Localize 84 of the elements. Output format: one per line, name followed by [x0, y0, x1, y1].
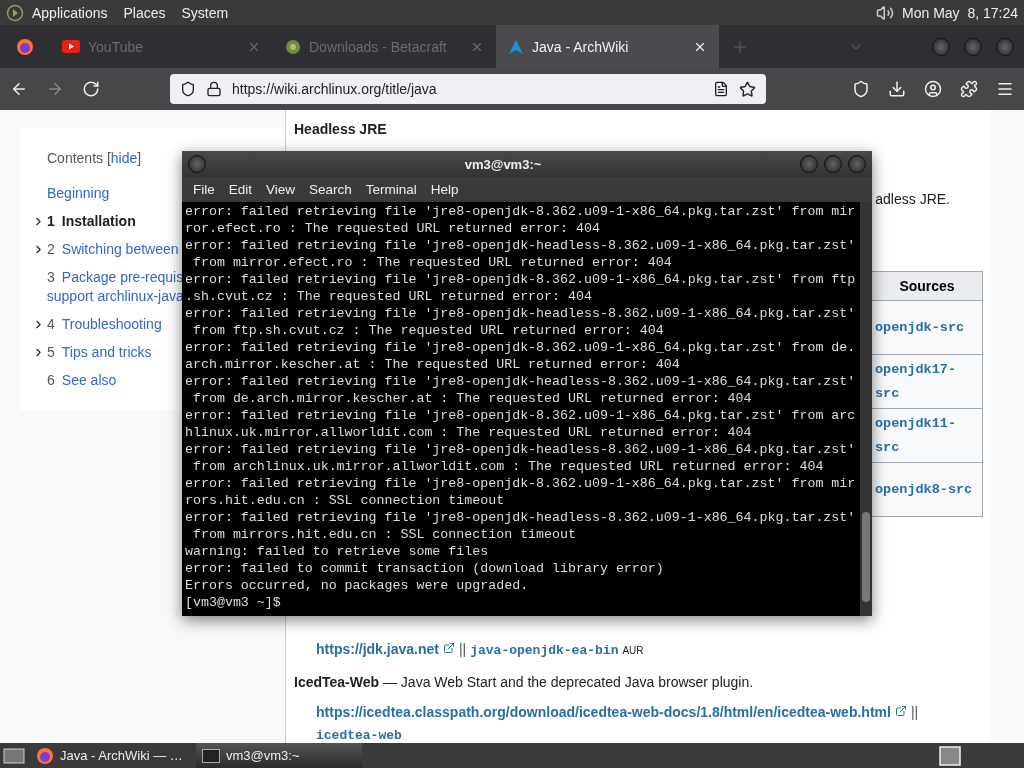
terminal-line: from ftp.sh.cvut.cz : The requested URL returned error: 404: [191, 322, 665, 339]
taskbar-item[interactable]: vm3@vm3:~: [196, 743, 362, 768]
separator-text: ||: [910, 704, 919, 720]
account-icon[interactable]: [924, 80, 942, 98]
download-icon[interactable]: [888, 80, 906, 98]
terminal-line: from archlinux.uk.mirror.allworldit.com : The requested URL returned error: 404: [191, 458, 825, 475]
web-link[interactable]: https://jdk.java.net: [316, 641, 439, 657]
maximize-button[interactable]: [964, 37, 982, 56]
scrollbar[interactable]: [860, 202, 872, 616]
toc-link[interactable]: 5 Tips and tricks: [47, 343, 152, 362]
terminal-menu[interactable]: Edit: [221, 182, 260, 197]
taskbar-item[interactable]: Java - ArchWiki — …: [30, 743, 196, 768]
toc-link[interactable]: 4 Troubleshooting: [47, 315, 162, 334]
terminal-menu[interactable]: File: [186, 182, 222, 197]
reader-icon[interactable]: [713, 81, 729, 97]
terminal-line: error: failed retrieving file 'jre8-openjdk-8.362.u09-1-x86_64.pkg.tar.zst' from arc: [185, 407, 857, 424]
back-icon[interactable]: [10, 80, 28, 98]
star-icon[interactable]: [739, 80, 756, 98]
external-link-icon: [442, 642, 455, 654]
toc-link[interactable]: 1 Installation: [47, 212, 136, 231]
web-link[interactable]: https://icedtea.classpath.org/download/icedtea-web-docs/1.8/html/en/icedtea-web.html: [316, 704, 891, 720]
minimize-button[interactable]: [800, 155, 818, 173]
terminal-line: error: failed retrieving file 'jre8-openjdk-8.362.u09-1-x86_64.pkg.tar.zst' from mir: [185, 475, 857, 492]
triangle-logo-icon: [508, 38, 524, 55]
maximize-button[interactable]: [824, 155, 842, 173]
terminal-menu[interactable]: Terminal: [358, 182, 424, 197]
terminal-line: ror.efect.ro : The requested URL returned error: 404: [185, 220, 601, 237]
puzzle-icon[interactable]: [960, 80, 978, 98]
toc-link[interactable]: 6 See also: [47, 371, 117, 390]
terminal-line: error: failed to commit transaction (download library error): [185, 560, 665, 577]
terminal-line: [vm3@vm3 ~]$: [185, 594, 282, 611]
shield-icon[interactable]: [180, 81, 196, 97]
window-title: vm3@vm3:~: [464, 156, 542, 172]
toc-link[interactable]: 2 Switching between: [47, 240, 179, 259]
terminal-line: .sh.cvut.cz : The requested URL returned error: 404: [185, 288, 593, 305]
terminal-menu[interactable]: Help: [423, 182, 466, 197]
separator-text: ||: [458, 641, 467, 657]
terminal-line: from de.arch.mirror.kescher.at : The requested URL returned error: 404: [191, 390, 753, 407]
close-button[interactable]: [848, 155, 866, 173]
close-button[interactable]: [996, 37, 1014, 56]
panel-menu[interactable]: Places: [115, 4, 174, 21]
terminal-icon: [202, 748, 220, 763]
column-header: Sources: [871, 271, 983, 301]
terminal-line: error: failed retrieving file 'jre8-openjdk-headless-8.362.u09-1-x86_64.pkg.tar.zst': [185, 441, 857, 458]
browser-tab[interactable]: Java - ArchWiki: [496, 25, 719, 68]
panel-menu[interactable]: Applications: [24, 4, 116, 21]
play-logo-icon: [62, 40, 80, 53]
lock-icon[interactable]: [206, 81, 222, 97]
terminal-line: hlinux.uk.mirror.allworldit.com : The requested URL returned error: 404: [185, 424, 753, 441]
terminal-line: error: failed retrieving file 'jre8-openjdk-headless-8.362.u09-1-x86_64.pkg.tar.zst': [185, 509, 857, 526]
minimize-button[interactable]: [932, 37, 950, 56]
section-heading: Headless JRE: [294, 121, 388, 137]
panel-menu[interactable]: System: [173, 4, 237, 21]
terminal-line: rors.hit.edu.cn : SSL connection timeout: [185, 492, 506, 509]
terminal-line: from mirrors.hit.edu.cn : SSL connection timeout: [191, 526, 577, 543]
window-menu-button[interactable]: [188, 155, 206, 173]
contents-title: Contents [hide]: [47, 150, 142, 166]
terminal-menu[interactable]: Search: [302, 182, 359, 197]
terminal-line: error: failed retrieving file 'jre8-openjdk-headless-8.362.u09-1-x86_64.pkg.tar.zst': [185, 305, 857, 322]
url-field[interactable]: https://wiki.archlinux.org/title/java: [170, 74, 766, 104]
terminal-line: warning: failed to retrieve some files: [185, 543, 490, 560]
toc-link[interactable]: Beginning: [47, 184, 110, 203]
paragraph-text: adless JRE.: [875, 191, 950, 207]
terminal-line: arch.mirror.kescher.at : The requested URL returned error: 404: [185, 356, 681, 373]
terminal-line: error: failed retrieving file 'jre8-openjdk-headless-8.362.u09-1-x86_64.pkg.tar.zst': [185, 373, 857, 390]
workspace-switcher-icon[interactable]: [938, 744, 962, 767]
reload-icon[interactable]: [82, 80, 100, 98]
terminal-line: Errors occurred, no packages were upgraded.: [185, 577, 530, 594]
aur-label: AUR: [622, 645, 644, 656]
external-link-icon: [894, 705, 907, 717]
volume-icon[interactable]: [876, 3, 895, 22]
menu-icon[interactable]: [996, 80, 1014, 98]
terminal-line: error: failed retrieving file 'jre8-openjdk-headless-8.362.u09-1-x86_64.pkg.tar.zst': [185, 237, 857, 254]
terminal-line: error: failed retrieving file 'jre8-openjdk-8.362.u09-1-x86_64.pkg.tar.zst' from de.: [185, 339, 857, 356]
toc-link[interactable]: 3 Package pre-requis support archlinux-java: [47, 268, 184, 306]
terminal-line: error: failed retrieving file 'jre8-openjdk-8.362.u09-1-x86_64.pkg.tar.zst' from ftp: [185, 271, 857, 288]
package-link[interactable]: icedtea-web: [316, 728, 402, 743]
terminal-line: error: failed retrieving file 'jre8-openjdk-8.362.u09-1-x86_64.pkg.tar.zst' from mir: [185, 203, 857, 220]
package-link[interactable]: java-openjdk-ea-bin: [470, 643, 619, 658]
menu-logo-icon[interactable]: [6, 3, 24, 22]
terminal-menu[interactable]: View: [259, 182, 303, 197]
clock[interactable]: Mon May 8, 17:24: [902, 4, 1018, 21]
terminal-line: from mirror.efect.ro : The requested URL returned error: 404: [191, 254, 673, 271]
description-text: IcedTea-Web — Java Web Start and the deprecated Java browser plugin.: [294, 674, 755, 690]
